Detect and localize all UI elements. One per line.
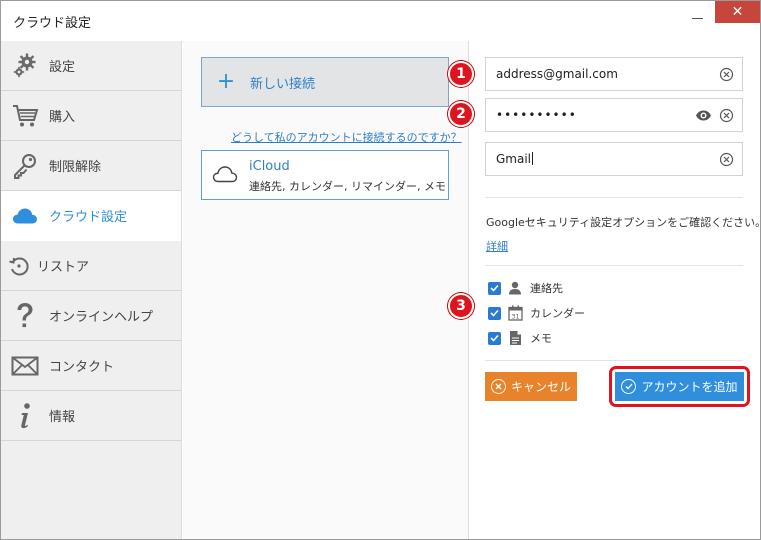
step-badge-3: 3 [448,293,474,319]
note-icon [506,329,524,347]
sidebar: 設定 購入 制限解除 クラウド設定 リストア オンラインヘルプ コンタクト 情報 [1,41,182,539]
account-name: iCloud [249,159,290,174]
checkbox-checked[interactable] [488,281,501,295]
password-value: •••••••••• [496,108,577,122]
security-info-text: Googleセキュリティ設定オプションをご確認ください。 [486,216,761,229]
password-field[interactable]: •••••••••• [485,98,743,132]
account-name-value: Gmail [496,152,534,166]
cloud-icon [1,191,49,241]
cancel-circle-icon [490,379,506,394]
account-form: address@gmail.com •••••••••• Gmail Googl… [470,41,761,539]
envelope-icon [1,341,49,391]
calendar-icon: 31 [506,304,524,322]
checkbox-label: 連絡先 [530,282,563,295]
sidebar-item-label: オンラインヘルプ [49,310,154,325]
checkbox-contacts[interactable]: 連絡先 [488,279,563,297]
sidebar-item-label: クラウド設定 [49,210,128,225]
step-badge-1: 1 [448,61,474,87]
key-icon [1,141,49,191]
sidebar-item-settings[interactable]: 設定 [1,41,181,91]
email-field[interactable]: address@gmail.com [485,57,743,91]
info-icon [1,391,49,441]
divider [485,360,743,361]
restore-icon [1,241,37,291]
sidebar-item-contact[interactable]: コンタクト [1,341,181,391]
sidebar-item-unlock[interactable]: 制限解除 [1,141,181,191]
sidebar-item-label: 設定 [49,60,76,75]
cancel-label: キャンセル [510,380,571,394]
sidebar-item-info[interactable]: 情報 [1,391,181,441]
clear-icon[interactable] [719,152,734,170]
text-caret [532,152,534,165]
account-services: 連絡先, カレンダー, リマインダー, メモ [249,180,446,193]
minimize-button[interactable] [691,13,705,25]
account-card-icloud[interactable]: iCloud 連絡先, カレンダー, リマインダー, メモ [201,150,449,200]
sidebar-item-label: 情報 [49,410,76,425]
divider [485,265,743,266]
add-account-label: アカウントを追加 [641,380,738,394]
sidebar-item-purchase[interactable]: 購入 [1,91,181,141]
person-icon [506,279,524,297]
sidebar-item-restore[interactable]: リストア [1,241,181,291]
cancel-button[interactable]: キャンセル [485,372,577,401]
step-badge-2: 2 [448,101,474,127]
new-connection-label: 新しい接続 [250,76,316,92]
details-link[interactable]: 詳細 [486,238,508,254]
question-icon [1,291,49,341]
accounts-panel: + 新しい接続 どうして私のアカウントに接続するのですか？ iCloud 連絡先… [183,41,469,539]
checkbox-label: メモ [530,332,552,345]
cloud-outline-icon [212,164,238,187]
eye-icon[interactable] [695,108,712,126]
plus-icon: + [216,69,236,94]
window-title: クラウド設定 [13,16,92,31]
clear-icon[interactable] [719,67,734,85]
clear-icon[interactable] [719,108,734,126]
account-name-field[interactable]: Gmail [485,142,743,176]
sidebar-item-label: 制限解除 [49,160,102,175]
checkbox-calendar[interactable]: 31 カレンダー [488,304,585,322]
divider [485,197,743,198]
gear-icon [1,41,49,91]
add-account-button[interactable]: アカウントを追加 [615,372,744,401]
new-connection-button[interactable]: + 新しい接続 [201,57,449,107]
cart-icon [1,91,49,141]
checkbox-label: カレンダー [530,307,585,320]
close-button[interactable]: ✕ [715,1,760,23]
title-bar: クラウド設定 ✕ [1,1,760,41]
sidebar-item-online-help[interactable]: オンラインヘルプ [1,291,181,341]
sidebar-item-label: 購入 [49,110,76,125]
check-circle-icon [621,379,637,394]
checkbox-notes[interactable]: メモ [488,329,552,347]
checkbox-checked[interactable] [488,306,501,320]
sidebar-item-cloud-settings[interactable]: クラウド設定 [1,191,181,241]
sidebar-item-label: リストア [37,260,90,275]
checkbox-checked[interactable] [488,331,501,345]
svg-text:31: 31 [511,312,519,320]
cloud-settings-window: クラウド設定 ✕ 設定 購入 制限解除 クラウド設定 リストア オンラインヘルプ… [0,0,761,540]
why-connect-link[interactable]: どうして私のアカウントに接続するのですか？ [231,129,462,145]
email-value: address@gmail.com [496,67,618,81]
sidebar-item-label: コンタクト [49,360,115,375]
